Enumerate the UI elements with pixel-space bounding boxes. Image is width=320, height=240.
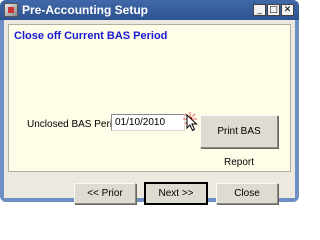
window-title: Pre-Accounting Setup xyxy=(22,3,149,17)
window-client-area: Close off Current BAS Period Unclosed BA… xyxy=(4,20,295,205)
page-heading: Close off Current BAS Period xyxy=(14,30,168,42)
app-icon[interactable] xyxy=(4,3,18,17)
title-bar[interactable]: Pre-Accounting Setup _ □ ✕ xyxy=(0,0,299,20)
print-bas-report-button[interactable]: Print BAS Report xyxy=(200,115,278,168)
window: Pre-Accounting Setup _ □ ✕ Close off Cur… xyxy=(0,0,299,205)
unclosed-bas-period-field[interactable] xyxy=(111,114,185,131)
mouse-pointer-icon xyxy=(186,114,198,132)
content-panel: Close off Current BAS Period Unclosed BA… xyxy=(8,24,291,172)
unclosed-bas-period-label: Unclosed BAS Period xyxy=(27,119,124,130)
minimize-icon[interactable]: _ xyxy=(253,4,266,16)
maximize-icon[interactable]: □ xyxy=(267,4,280,16)
prior-button[interactable]: << Prior xyxy=(74,183,136,204)
next-button[interactable]: Next >> xyxy=(144,182,208,205)
close-icon[interactable]: ✕ xyxy=(281,4,294,16)
close-button[interactable]: Close xyxy=(216,183,278,204)
